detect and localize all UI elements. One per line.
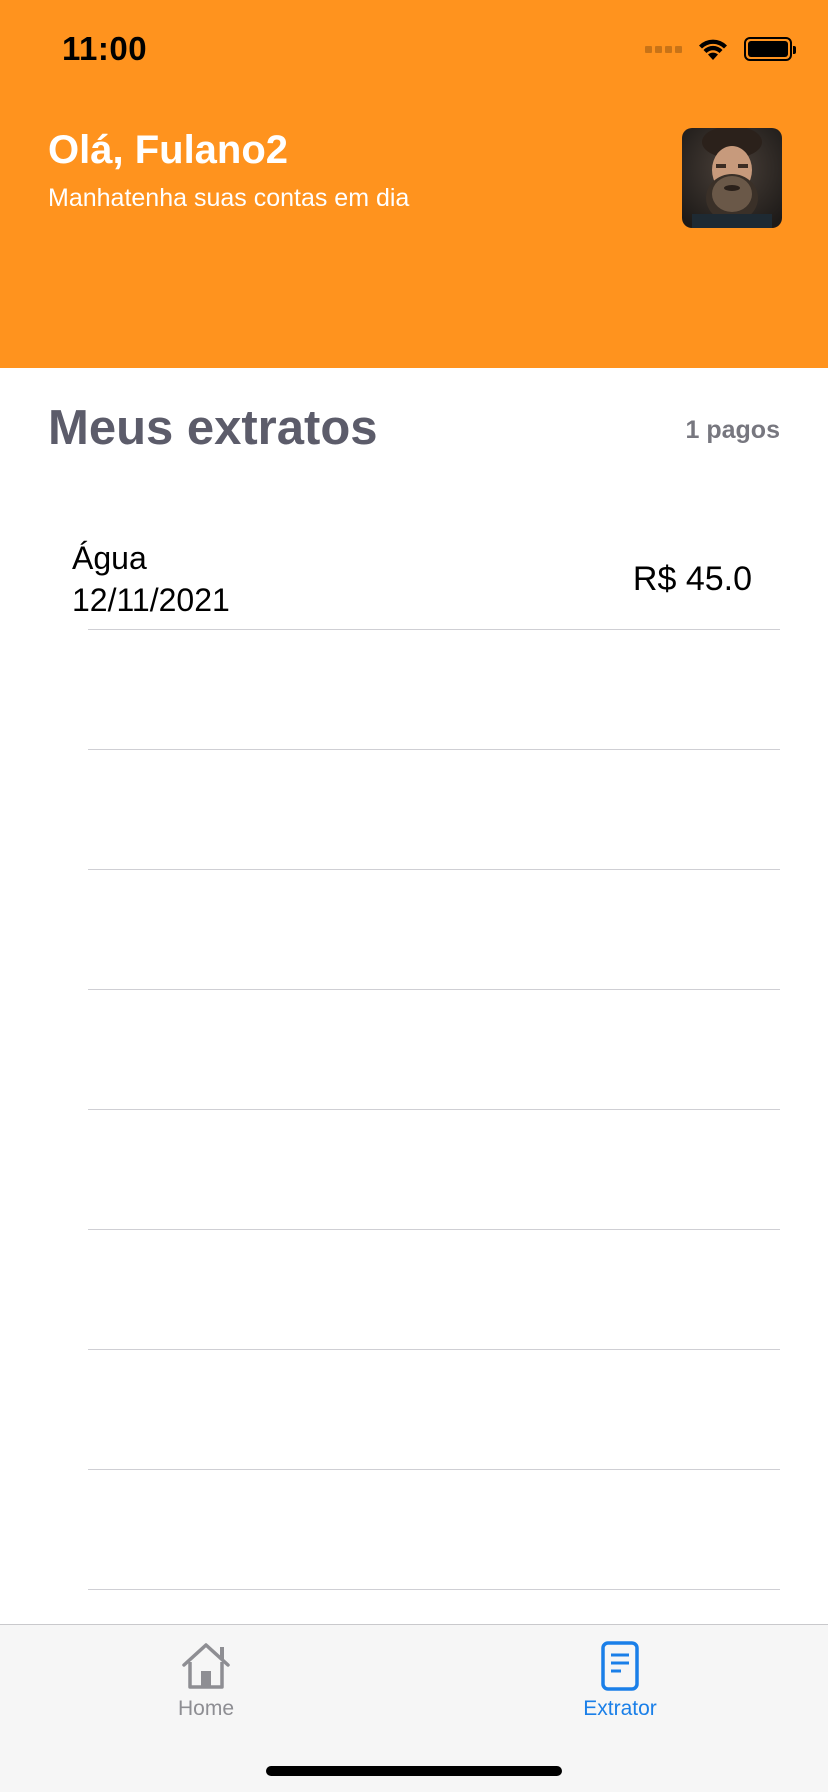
- status-time: 11:00: [62, 30, 148, 67]
- header: 11:00 Olá, Fulano2 Manhatenha suas conta…: [0, 0, 828, 368]
- statement-row[interactable]: Água 12/11/2021 R$ 45.0: [0, 510, 828, 630]
- battery-icon: [744, 37, 796, 61]
- tab-extrator[interactable]: Extrator: [540, 1641, 700, 1721]
- avatar[interactable]: [682, 128, 782, 228]
- home-indicator[interactable]: [266, 1766, 562, 1776]
- status-icons: [645, 36, 796, 62]
- statement-name: Água: [72, 540, 147, 576]
- tab-home[interactable]: Home: [126, 1641, 286, 1721]
- statement-date: 12/11/2021: [72, 582, 230, 618]
- section-title: Meus extratos: [48, 401, 378, 455]
- greeting-subtitle: Manhatenha suas contas em dia: [48, 184, 410, 212]
- home-icon: [182, 1643, 230, 1689]
- empty-row: [0, 990, 828, 1110]
- tab-extrator-label: Extrator: [583, 1697, 657, 1720]
- empty-row: [0, 1230, 828, 1350]
- tab-home-label: Home: [177, 1697, 235, 1720]
- empty-row: [0, 870, 828, 990]
- empty-row: [0, 1470, 828, 1590]
- empty-row: [0, 1350, 828, 1470]
- statement-list: Água 12/11/2021 R$ 45.0: [0, 510, 828, 1590]
- wifi-icon: [699, 39, 727, 60]
- empty-row: [0, 750, 828, 870]
- document-icon: [601, 1641, 639, 1691]
- empty-row: [0, 1110, 828, 1230]
- paid-count: 1 pagos: [685, 416, 780, 444]
- empty-row: [0, 630, 828, 750]
- cellular-signal-icon: [645, 45, 682, 53]
- statement-amount: R$ 45.0: [632, 560, 752, 598]
- greeting-title: Olá, Fulano2: [48, 128, 289, 172]
- avatar-photo: [682, 128, 782, 228]
